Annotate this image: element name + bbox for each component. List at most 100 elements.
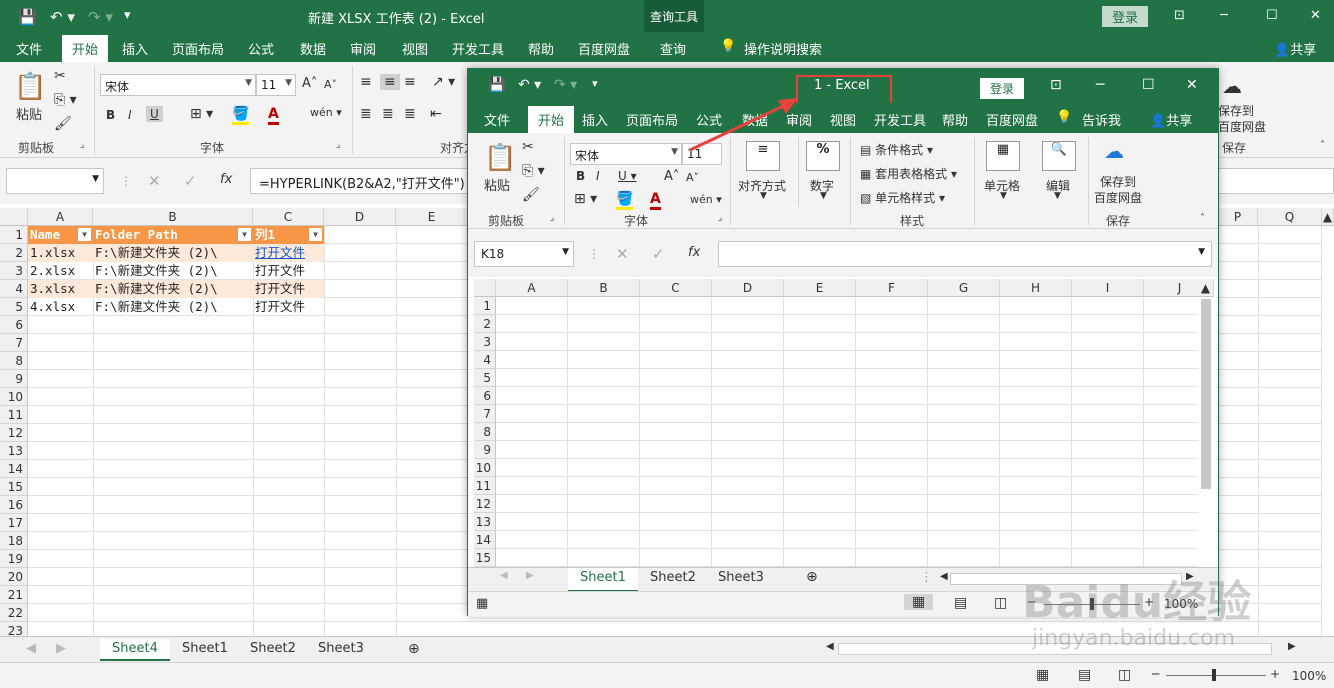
italic-button[interactable]: I bbox=[596, 169, 600, 183]
row-header[interactable]: 23 bbox=[0, 622, 28, 636]
underline-button[interactable]: U ▾ bbox=[618, 169, 637, 183]
align-left-icon[interactable]: ≣ bbox=[360, 106, 372, 122]
paste-icon[interactable]: 📋 bbox=[484, 143, 516, 173]
add-sheet-icon[interactable]: ⊕ bbox=[396, 639, 432, 661]
search-icon[interactable]: 🔍 bbox=[1042, 141, 1076, 171]
col-header[interactable]: H bbox=[1000, 279, 1072, 297]
table-cell[interactable]: F:\新建文件夹 (2)\ bbox=[93, 280, 253, 298]
col-header-q[interactable]: Q bbox=[1258, 208, 1322, 226]
tab-page-layout[interactable]: 页面布局 bbox=[626, 110, 678, 129]
table-format-button[interactable]: ▦ 套用表格格式 ▾ bbox=[860, 165, 957, 182]
tab-page-layout[interactable]: 页面布局 bbox=[172, 39, 224, 58]
font-name-select[interactable]: 宋体 ▼ bbox=[570, 143, 682, 165]
tab-file[interactable]: 文件 bbox=[16, 39, 42, 58]
table-header-folder-path[interactable]: Folder Path ▼ bbox=[93, 226, 253, 244]
enter-icon[interactable]: ✓ bbox=[652, 245, 665, 263]
close-icon[interactable]: ✕ bbox=[1186, 77, 1198, 93]
align-right-icon[interactable]: ≣ bbox=[404, 106, 416, 122]
front-name-box[interactable]: K18 ▼ bbox=[474, 241, 574, 267]
back-name-box[interactable]: ▼ bbox=[6, 168, 104, 194]
fill-color-icon[interactable]: 🪣 bbox=[232, 106, 250, 125]
vscroll-thumb[interactable] bbox=[1201, 299, 1211, 489]
sheet-tab-sheet3[interactable]: Sheet3 bbox=[306, 639, 376, 661]
hyperlink-cell[interactable]: 打开文件 bbox=[253, 280, 324, 298]
row-header[interactable]: 12 bbox=[0, 424, 28, 442]
row-header[interactable]: 16 bbox=[0, 496, 28, 514]
font-color-icon[interactable]: A bbox=[268, 106, 279, 125]
undo-icon[interactable]: ↶ ▾ bbox=[50, 8, 75, 26]
row-header[interactable]: 6 bbox=[474, 387, 496, 405]
zoom-in-icon[interactable]: + bbox=[1270, 667, 1280, 681]
phonetic-icon[interactable]: wén ▾ bbox=[690, 193, 722, 206]
zoom-thumb[interactable] bbox=[1212, 669, 1216, 681]
save-to-label[interactable]: 保存到 bbox=[1218, 102, 1254, 119]
table-cell[interactable]: F:\新建文件夹 (2)\ bbox=[93, 262, 253, 280]
align-center-icon[interactable]: ≣ bbox=[382, 106, 394, 122]
col-header-d[interactable]: D bbox=[324, 208, 396, 226]
row-header[interactable]: 7 bbox=[0, 334, 28, 352]
cond-format-button[interactable]: ▤ 条件格式 ▾ bbox=[860, 141, 933, 158]
row-header[interactable]: 2 bbox=[0, 244, 28, 262]
row-header[interactable]: 11 bbox=[0, 406, 28, 424]
tab-help[interactable]: 帮助 bbox=[942, 110, 968, 129]
align-middle-icon[interactable]: ≡ bbox=[380, 74, 400, 90]
front-excel-window[interactable]: 💾 ↶ ▾ ↷ ▾ ▾ 1 - Excel 登录 ⊡ ─ ☐ ✕ 文件 开始 插… bbox=[467, 68, 1219, 617]
cell-style-button[interactable]: ▧ 单元格样式 ▾ bbox=[860, 189, 945, 206]
hyperlink-cell[interactable]: 打开文件 bbox=[253, 244, 324, 262]
hscroll-right-icon[interactable]: ▶ bbox=[1276, 639, 1308, 661]
prev-sheet-icon[interactable]: ◀ bbox=[14, 639, 48, 661]
row-header[interactable]: 3 bbox=[0, 262, 28, 280]
table-cell[interactable]: F:\新建文件夹 (2)\ bbox=[93, 244, 253, 262]
row-header[interactable]: 17 bbox=[0, 514, 28, 532]
row-header[interactable]: 21 bbox=[0, 586, 28, 604]
select-all-corner[interactable] bbox=[0, 208, 28, 226]
col-header-e[interactable]: E bbox=[396, 208, 468, 226]
table-cell[interactable]: 4.xlsx bbox=[28, 298, 93, 316]
select-all-corner[interactable] bbox=[474, 279, 496, 297]
underline-button[interactable]: U bbox=[146, 106, 163, 122]
page-layout-view-icon[interactable]: ▤ bbox=[1078, 667, 1091, 683]
chevron-down-icon[interactable]: ▼ bbox=[760, 191, 767, 201]
next-sheet-icon[interactable]: ▶ bbox=[514, 568, 546, 590]
paste-button[interactable]: 粘贴 bbox=[484, 175, 510, 194]
row-header[interactable]: 4 bbox=[0, 280, 28, 298]
cancel-icon[interactable]: ✕ bbox=[616, 245, 629, 263]
col-header[interactable]: F bbox=[856, 279, 928, 297]
row-header[interactable]: 6 bbox=[0, 316, 28, 334]
quick-access-customize-icon[interactable]: ▾ bbox=[124, 8, 131, 23]
page-layout-view-icon[interactable]: ▤ bbox=[954, 595, 967, 611]
hyperlink-cell[interactable]: 打开文件 bbox=[253, 298, 324, 316]
share-button[interactable]: 👤共享 bbox=[1150, 110, 1192, 129]
font-size-select[interactable]: 11 ▼ bbox=[256, 74, 296, 96]
table-header-col1[interactable]: 列1 ▼ bbox=[253, 226, 324, 244]
align-top-icon[interactable]: ≡ bbox=[360, 74, 372, 90]
row-header[interactable]: 1 bbox=[0, 226, 28, 244]
minimize-icon[interactable]: ─ bbox=[1096, 77, 1104, 93]
grow-font-icon[interactable]: A˄ bbox=[664, 169, 679, 184]
redo-icon[interactable]: ↷ ▾ bbox=[88, 8, 113, 26]
zoom-slider[interactable] bbox=[1166, 675, 1266, 676]
tell-me-search[interactable]: 告诉我 bbox=[1082, 110, 1121, 129]
share-button[interactable]: 👤共享 bbox=[1274, 39, 1316, 58]
col-header[interactable]: E bbox=[784, 279, 856, 297]
tab-file[interactable]: 文件 bbox=[484, 110, 510, 129]
tab-developer[interactable]: 开发工具 bbox=[452, 39, 504, 58]
tab-baidu[interactable]: 百度网盘 bbox=[986, 110, 1038, 129]
phonetic-icon[interactable]: wén ▾ bbox=[310, 106, 342, 119]
enter-icon[interactable]: ✓ bbox=[184, 172, 197, 190]
add-sheet-icon[interactable]: ⊕ bbox=[794, 567, 830, 589]
row-header[interactable]: 3 bbox=[474, 333, 496, 351]
back-login-button[interactable]: 登录 bbox=[1102, 6, 1149, 27]
sheet-tab-sheet1[interactable]: Sheet1 bbox=[170, 639, 240, 661]
tab-home[interactable]: 开始 bbox=[528, 106, 575, 133]
tab-insert[interactable]: 插入 bbox=[582, 110, 608, 129]
row-header[interactable]: 15 bbox=[474, 549, 496, 567]
row-header[interactable]: 2 bbox=[474, 315, 496, 333]
scroll-up-icon[interactable]: ▲ bbox=[1198, 279, 1214, 297]
tab-view[interactable]: 视图 bbox=[402, 39, 428, 58]
sheet-tab-sheet1[interactable]: Sheet1 bbox=[568, 568, 638, 592]
front-sheet-grid[interactable]: ABCDEFGHIJ ▲ 1 2 3 4 5 6 7 8 9 10 11 12 13 14 15 bbox=[474, 279, 1214, 567]
ribbon-display-icon[interactable]: ⊡ bbox=[1050, 77, 1062, 93]
col-header[interactable]: G bbox=[928, 279, 1000, 297]
page-break-view-icon[interactable]: ◫ bbox=[1118, 667, 1131, 683]
